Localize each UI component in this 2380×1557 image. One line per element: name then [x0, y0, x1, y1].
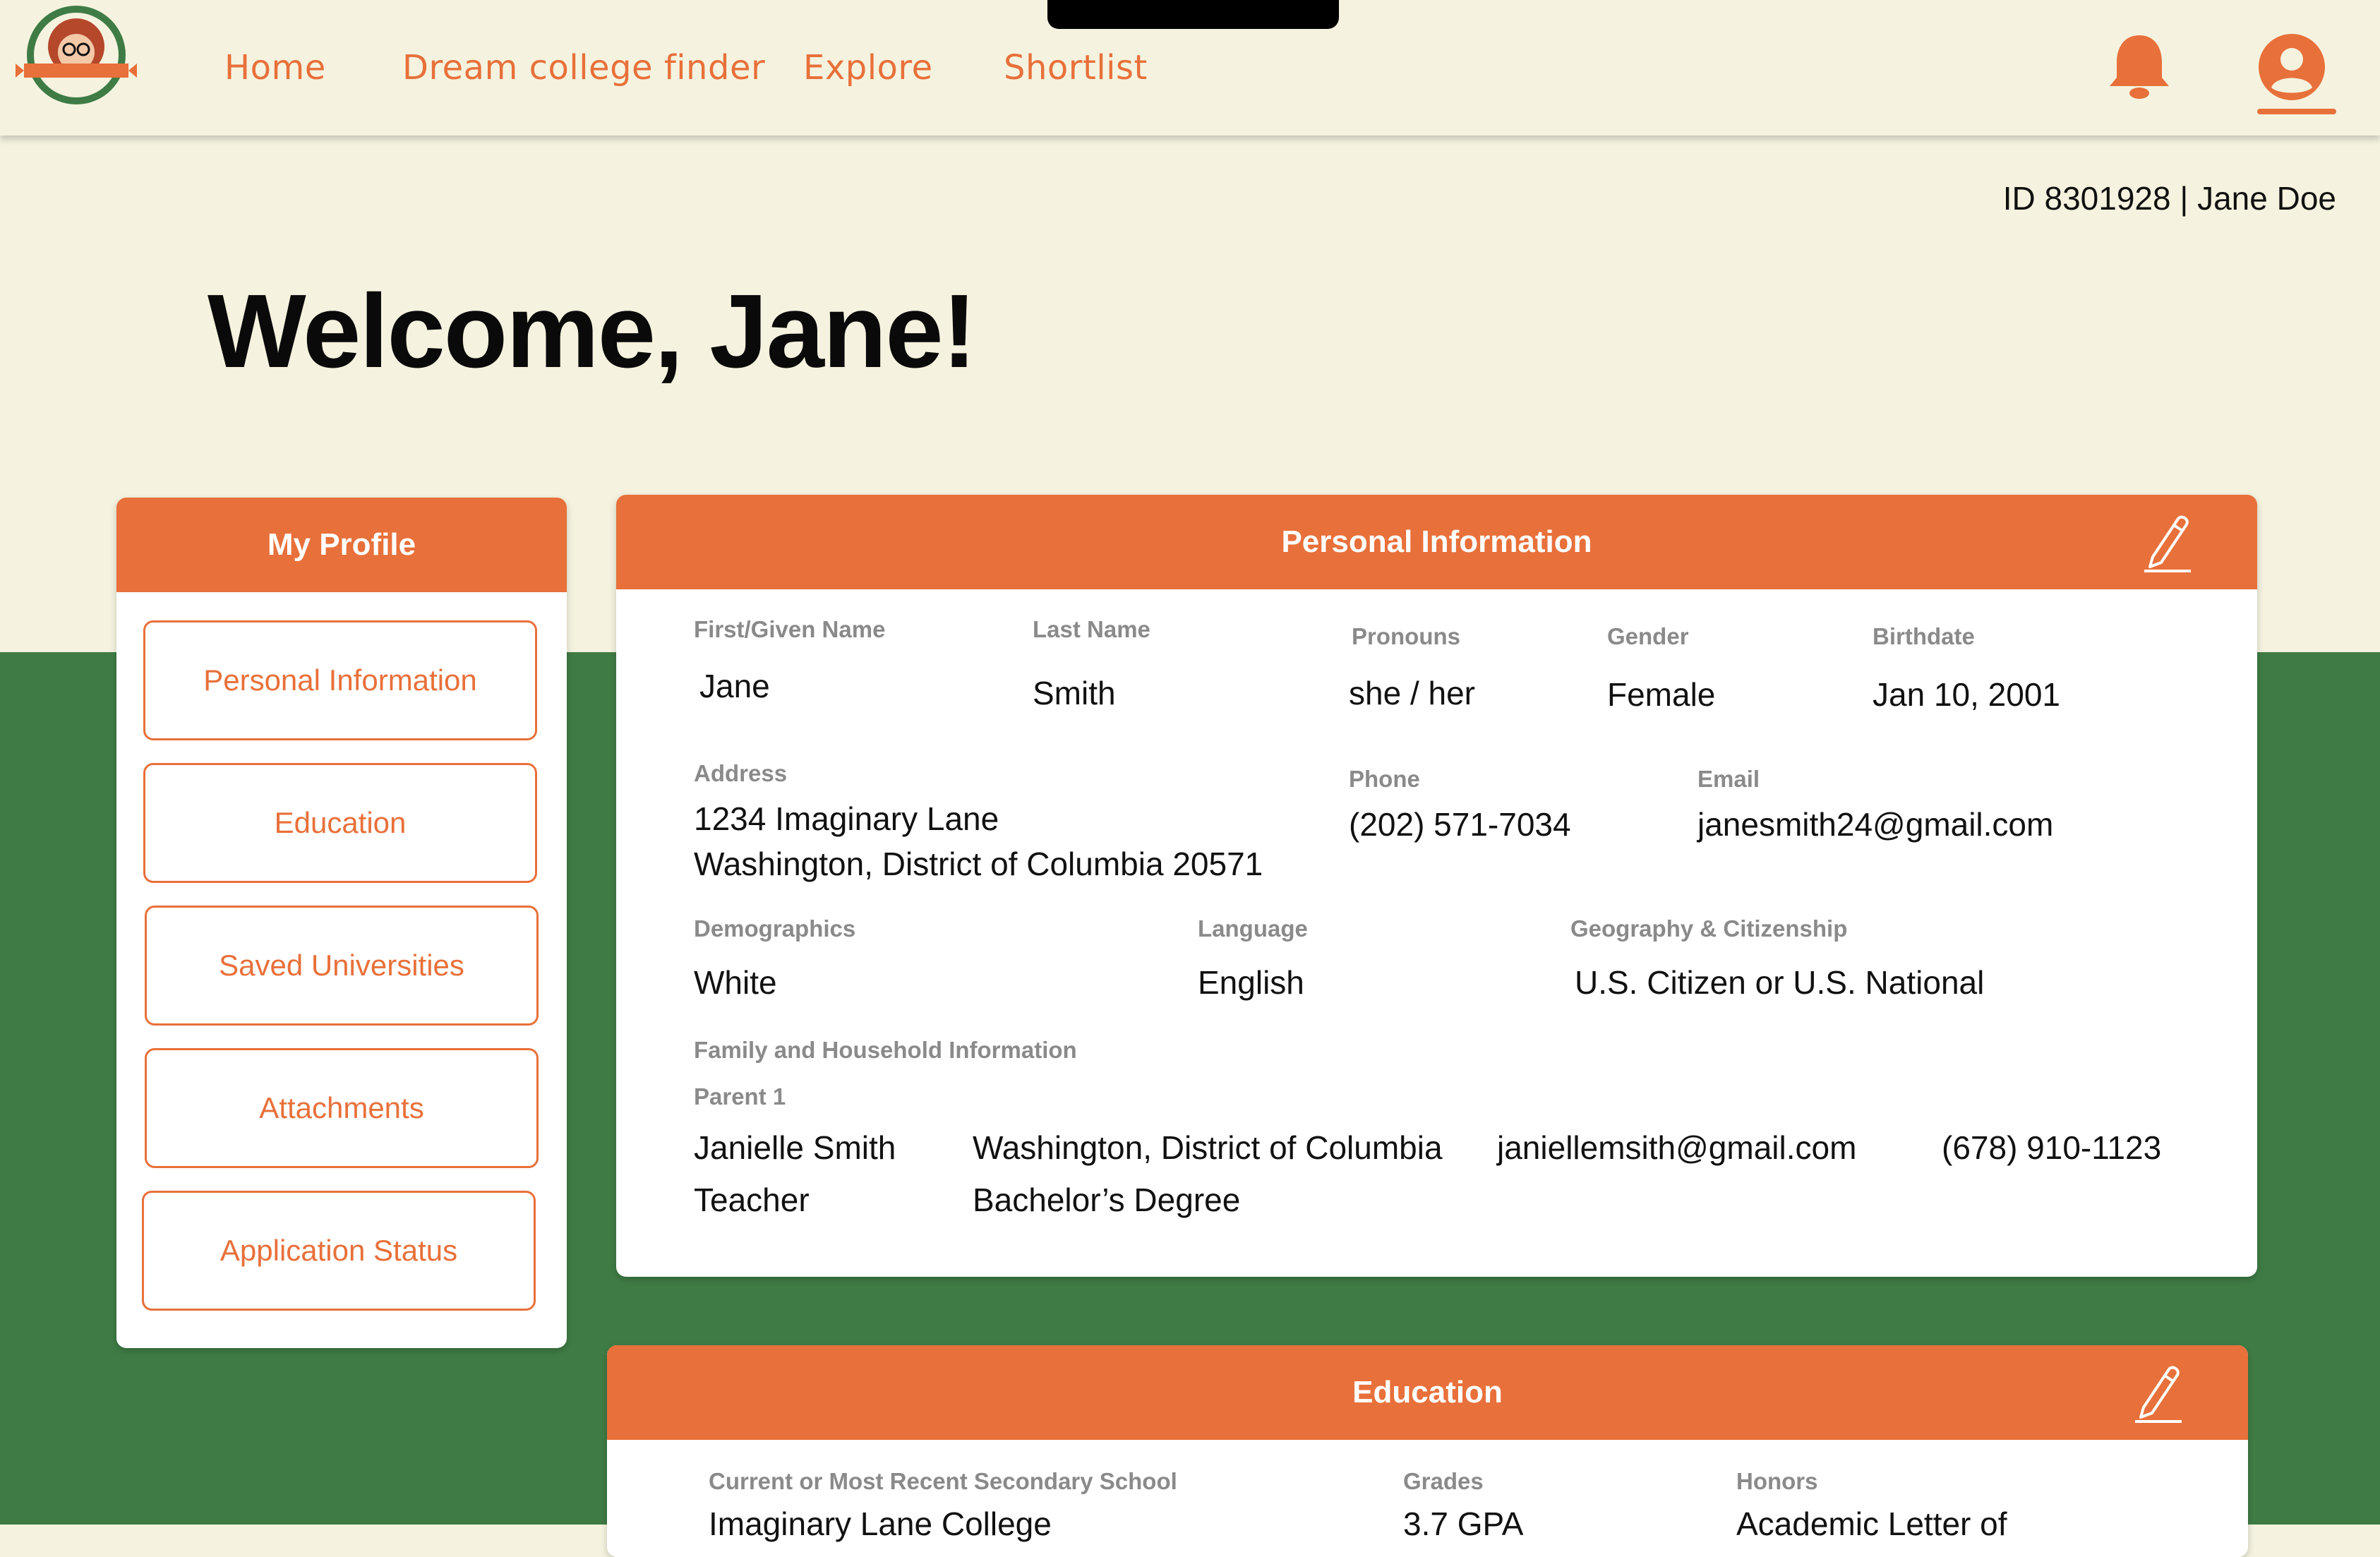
phone-value: (202) 571-7034 — [1349, 806, 1571, 843]
phone-label: Phone — [1349, 766, 1420, 792]
family-household-label: Family and Household Information — [694, 1037, 1077, 1063]
address-line-2: Washington, District of Columbia 20571 — [694, 846, 1263, 882]
language-value: English — [1198, 964, 1304, 1001]
parent-1-label: Parent 1 — [694, 1083, 786, 1110]
card-title: Personal Information — [1281, 524, 1592, 559]
pronouns-label: Pronouns — [1352, 623, 1460, 649]
personal-information-card: Personal Information First/Given Name Ja… — [616, 495, 2257, 1277]
edit-pencil-icon[interactable] — [2140, 512, 2194, 572]
sidebar-item-education[interactable]: Education — [143, 763, 537, 883]
honors-value: Academic Letter of — [1736, 1505, 2007, 1542]
sidebar-item-personal-information[interactable]: Personal Information — [143, 620, 537, 740]
first-name-value: Jane — [699, 668, 770, 704]
top-navigation-bar: Home Dream college finder Explore Shortl… — [0, 0, 2380, 136]
parent-location-value: Washington, District of Columbia — [973, 1129, 1443, 1166]
education-card: Education Current or Most Recent Seconda… — [607, 1345, 2248, 1557]
honors-label: Honors — [1736, 1468, 1818, 1494]
sidebar-title: My Profile — [116, 498, 567, 592]
demographics-value: White — [694, 964, 777, 1001]
sidebar-item-attachments[interactable]: Attachments — [145, 1048, 539, 1168]
bell-icon[interactable] — [2107, 31, 2172, 102]
app-logo[interactable] — [14, 3, 138, 107]
email-label: Email — [1697, 766, 1760, 792]
pronouns-value: she / her — [1349, 675, 1475, 711]
last-name-value: Smith — [1033, 675, 1116, 711]
grades-value: 3.7 GPA — [1403, 1505, 1524, 1542]
education-header: Education — [607, 1345, 2248, 1440]
geography-citizenship-label: Geography & Citizenship — [1570, 915, 1848, 942]
page-title: Welcome, Jane! — [208, 273, 977, 390]
active-user-indicator — [2257, 109, 2336, 114]
edit-pencil-icon[interactable] — [2131, 1362, 2184, 1423]
user-icon[interactable] — [2257, 32, 2326, 102]
last-name-label: Last Name — [1033, 616, 1150, 642]
email-value: janesmith24@gmail.com — [1697, 806, 2054, 843]
birthdate-label: Birthdate — [1873, 623, 1975, 649]
birthdate-value: Jan 10, 2001 — [1873, 676, 2061, 713]
parent-degree-value: Bachelor’s Degree — [973, 1182, 1241, 1218]
profile-sidebar: My Profile Personal Information Educatio… — [116, 498, 567, 1348]
demographics-label: Demographics — [694, 915, 856, 942]
geography-citizenship-value: U.S. Citizen or U.S. National — [1575, 964, 1985, 1001]
nav-explore-link[interactable]: Explore — [803, 48, 933, 88]
first-name-label: First/Given Name — [694, 616, 886, 642]
gender-label: Gender — [1607, 623, 1689, 649]
parent-phone-value: (678) 910-1123 — [1942, 1129, 2162, 1166]
personal-information-header: Personal Information — [616, 495, 2257, 589]
address-line-1: 1234 Imaginary Lane — [694, 800, 999, 837]
secondary-school-label: Current or Most Recent Secondary School — [709, 1468, 1177, 1494]
nav-home-link[interactable]: Home — [224, 48, 326, 88]
address-label: Address — [694, 760, 788, 786]
gender-value: Female — [1607, 676, 1716, 713]
parent-occupation-value: Teacher — [694, 1182, 810, 1218]
nav-dream-college-finder-link[interactable]: Dream college finder — [402, 48, 765, 88]
parent-email-value: janiellemsith@gmail.com — [1497, 1129, 1857, 1166]
grades-label: Grades — [1403, 1468, 1484, 1494]
language-label: Language — [1198, 915, 1308, 942]
secondary-school-value: Imaginary Lane College — [709, 1505, 1052, 1542]
camera-notch — [1047, 0, 1339, 29]
sidebar-item-saved-universities[interactable]: Saved Universities — [145, 906, 539, 1026]
card-title: Education — [1352, 1375, 1503, 1409]
user-id-line: ID 8301928 | Jane Doe — [2002, 180, 2336, 217]
nav-shortlist-link[interactable]: Shortlist — [1004, 48, 1148, 88]
sidebar-item-application-status[interactable]: Application Status — [142, 1191, 536, 1311]
parent-name-value: Janielle Smith — [694, 1129, 896, 1166]
